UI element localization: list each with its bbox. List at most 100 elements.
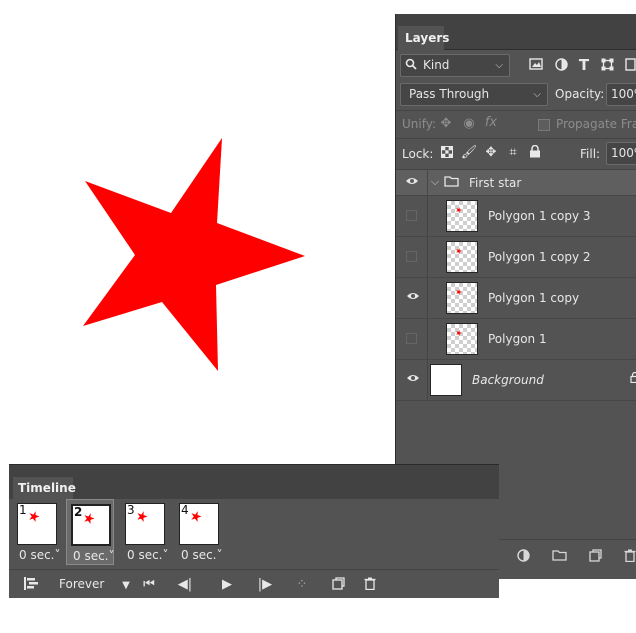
opacity-label: Opacity: <box>555 87 605 101</box>
loop-value: Forever <box>59 577 105 591</box>
blend-mode-value: Pass Through <box>409 87 490 101</box>
layer-row-background[interactable]: Background <box>396 360 636 401</box>
fill-input[interactable]: 100% <box>606 142 636 165</box>
animation-frame-4[interactable]: 4 0 sec.˅ <box>175 499 223 565</box>
layer-row-polygon-1-copy[interactable]: Polygon 1 copy <box>396 278 636 319</box>
frame-star-preview <box>137 511 148 522</box>
unify-style-icon[interactable]: fx <box>482 115 500 131</box>
kind-filter-select[interactable]: Kind ⌵ <box>400 54 510 77</box>
frame-delay-select[interactable]: 0 sec.˅ <box>73 549 115 563</box>
tab-timeline[interactable]: Timeline <box>13 477 76 499</box>
frame-star-preview <box>84 513 95 524</box>
frame-number: 1 <box>19 503 27 517</box>
frame-delay-select[interactable]: 0 sec.˅ <box>181 548 223 562</box>
divider <box>427 278 428 319</box>
timeline-controls: Forever ▼ ⏮ ◀| ▶ |▶ ⁘ <box>9 569 499 599</box>
eye-icon[interactable] <box>404 372 422 388</box>
new-layer-icon[interactable] <box>586 549 604 567</box>
layer-name: Polygon 1 <box>488 332 547 346</box>
frame-number: 3 <box>127 503 135 517</box>
frame-delay-select[interactable]: 0 sec.˅ <box>127 548 169 562</box>
layers-tab-bar: Layers <box>396 14 636 50</box>
chevron-down-icon: ⌵ <box>533 89 541 100</box>
unify-row: Unify: ✥ ◉ fx Propagate Fra <box>396 113 636 137</box>
layer-row-polygon-1-copy-2[interactable]: Polygon 1 copy 2 <box>396 237 636 278</box>
timeline-panel: Timeline 1 0 sec.˅ 2 0 sec.˅ 3 0 sec.˅ 4… <box>9 464 499 598</box>
group-name: First star <box>469 176 522 190</box>
lock-all-icon[interactable] <box>526 144 544 163</box>
kind-filter-value: Kind <box>423 58 450 72</box>
animation-frame-3[interactable]: 3 0 sec.˅ <box>121 499 169 565</box>
propagate-checkbox[interactable] <box>538 119 550 131</box>
visibility-toggle[interactable] <box>406 333 417 344</box>
blend-mode-select[interactable]: Pass Through ⌵ <box>400 83 548 106</box>
convert-to-video-icon[interactable] <box>22 577 40 595</box>
divider <box>427 319 428 360</box>
new-group-icon[interactable] <box>550 549 568 566</box>
animation-frame-2[interactable]: 2 0 sec.˅ <box>66 499 115 565</box>
play-icon[interactable]: ▶ <box>218 577 236 593</box>
unify-position-icon[interactable]: ✥ <box>437 116 455 132</box>
divider <box>427 360 428 401</box>
eye-icon[interactable] <box>404 290 422 306</box>
unify-visibility-icon[interactable]: ◉ <box>460 116 478 132</box>
layer-row-polygon-1-copy-3[interactable]: Polygon 1 copy 3 <box>396 196 636 237</box>
delete-icon[interactable] <box>621 549 636 567</box>
eye-icon[interactable] <box>403 175 421 191</box>
divider <box>427 196 428 237</box>
frame-thumbnail: 3 <box>125 503 165 545</box>
visibility-toggle[interactable] <box>406 251 417 262</box>
layer-name: Polygon 1 copy 3 <box>488 209 591 223</box>
lock-label: Lock: <box>402 147 434 161</box>
frame-thumbnail: 2 <box>71 504 111 546</box>
delete-frame-icon[interactable] <box>361 577 379 595</box>
visibility-toggle[interactable] <box>406 210 417 221</box>
layer-row-polygon-1[interactable]: Polygon 1 <box>396 319 636 360</box>
duplicate-frame-icon[interactable] <box>329 577 347 595</box>
frame-delay-select[interactable]: 0 sec.˅ <box>19 548 61 562</box>
shape-filter-icon[interactable] <box>598 58 616 76</box>
red-star-shape[interactable] <box>80 135 310 375</box>
caret-down-icon: ▼ <box>122 580 130 591</box>
first-frame-icon[interactable]: ⏮ <box>140 577 158 593</box>
frame-thumbnail: 1 <box>17 503 57 545</box>
adjustment-filter-icon[interactable] <box>552 58 570 76</box>
filter-row: Kind ⌵ T <box>396 54 636 82</box>
layer-name: Polygon 1 copy <box>488 291 580 305</box>
frame-star-preview <box>29 511 40 522</box>
lock-icon <box>626 371 636 388</box>
lock-image-pixels-icon[interactable]: 🖌 <box>460 145 478 161</box>
type-filter-icon[interactable]: T <box>575 57 593 73</box>
blend-row: Pass Through ⌵ Opacity: 100% <box>396 83 636 109</box>
tween-icon[interactable]: ⁘ <box>293 577 311 593</box>
adjustment-layer-icon[interactable] <box>514 549 532 567</box>
layer-name: Polygon 1 copy 2 <box>488 250 591 264</box>
previous-frame-icon[interactable]: ◀| <box>176 577 194 593</box>
divider <box>396 138 636 139</box>
propagate-label: Propagate Fra <box>556 117 636 131</box>
frame-number: 2 <box>74 505 83 519</box>
image-filter-icon[interactable] <box>527 58 545 75</box>
layer-thumbnail <box>446 241 478 273</box>
folder-icon <box>442 175 460 192</box>
frame-star-preview <box>191 511 202 522</box>
layer-thumbnail <box>430 364 462 396</box>
chevron-down-icon: ⌵ <box>495 60 503 71</box>
fill-label: Fill: <box>580 147 601 161</box>
divider <box>396 110 636 111</box>
lock-artboard-icon[interactable]: ⌗ <box>504 145 522 161</box>
frame-thumbnail: 4 <box>179 503 219 545</box>
layer-group-first-star[interactable]: ⌵ First star <box>396 170 636 196</box>
divider <box>427 237 428 278</box>
layer-thumbnail <box>446 323 478 355</box>
layer-thumbnail <box>446 200 478 232</box>
next-frame-icon[interactable]: |▶ <box>256 577 274 593</box>
lock-transparent-pixels-icon[interactable] <box>438 146 456 163</box>
animation-frame-1[interactable]: 1 0 sec.˅ <box>13 499 61 565</box>
frame-number: 4 <box>181 503 189 517</box>
loop-options-select[interactable]: Forever ▼ <box>59 577 130 591</box>
tab-layers[interactable]: Layers <box>398 26 449 50</box>
lock-position-icon[interactable]: ✥ <box>482 145 500 161</box>
smart-object-filter-icon[interactable] <box>622 58 636 76</box>
opacity-input[interactable]: 100% <box>606 83 636 106</box>
